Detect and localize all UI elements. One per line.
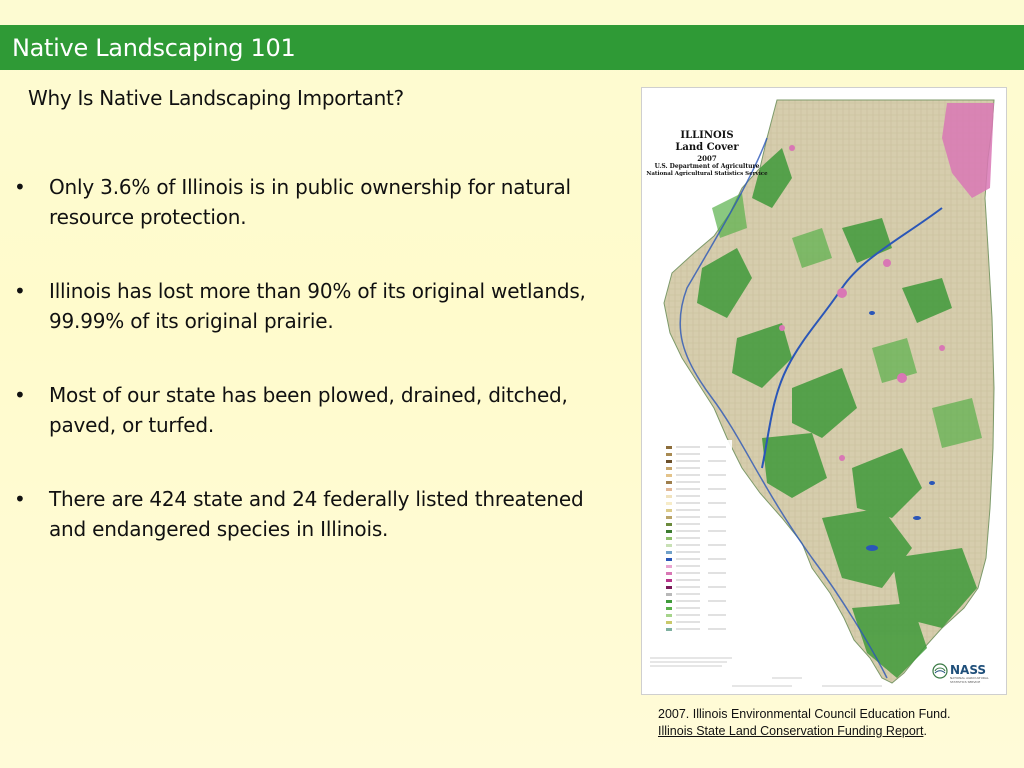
bullet-text: There are 424 state and 24 federally lis… [49,487,584,541]
bullet-list: • Only 3.6% of Illinois is in public own… [14,172,624,588]
map-title-state: ILLINOIS [680,130,734,141]
map-title: ILLINOIS Land Cover 2007 U.S. Department… [642,130,772,178]
caption-end: . [923,724,927,738]
caption-text: 2007. Illinois Environmental Council Edu… [658,707,951,721]
bullet-marker: • [14,279,26,303]
report-link[interactable]: Illinois State Land Conservation Funding… [658,724,923,738]
bullet-marker: • [14,487,26,511]
map-graphic [650,99,995,687]
map-legend [662,440,732,636]
bullet-text: Only 3.6% of Illinois is in public owner… [49,175,571,229]
bullet-item: • Most of our state has been plowed, dra… [14,380,624,440]
bullet-marker: • [14,383,26,407]
bullet-item: • Illinois has lost more than 90% of its… [14,276,624,336]
bullet-text: Most of our state has been plowed, drain… [49,383,568,437]
map-title-year: 2007 [697,154,717,163]
nass-logo-subtext: NATIONAL AGRICULTURAL STATISTICS SERVICE [950,676,989,684]
slide-title: Native Landscaping 101 [12,34,296,62]
nass-logo-text: NASS [950,663,987,677]
bullet-item: • There are 424 state and 24 federally l… [14,484,624,544]
map-service: National Agricultural Statistics Service [646,171,768,177]
nass-globe-icon [932,663,948,679]
illinois-land-cover-map: ILLINOIS Land Cover 2007 U.S. Department… [641,87,1007,695]
map-agency: U.S. Department of Agriculture [654,163,760,170]
nass-logo: NASS NATIONAL AGRICULTURAL STATISTICS SE… [932,661,992,685]
slide-subtitle: Why Is Native Landscaping Important? [28,86,404,110]
title-bar: Native Landscaping 101 [0,25,1024,70]
bullet-text: Illinois has lost more than 90% of its o… [49,279,586,333]
map-title-topic: Land Cover [675,142,739,153]
source-caption: 2007. Illinois Environmental Council Edu… [658,706,978,740]
bullet-item: • Only 3.6% of Illinois is in public own… [14,172,624,232]
bullet-marker: • [14,175,26,199]
